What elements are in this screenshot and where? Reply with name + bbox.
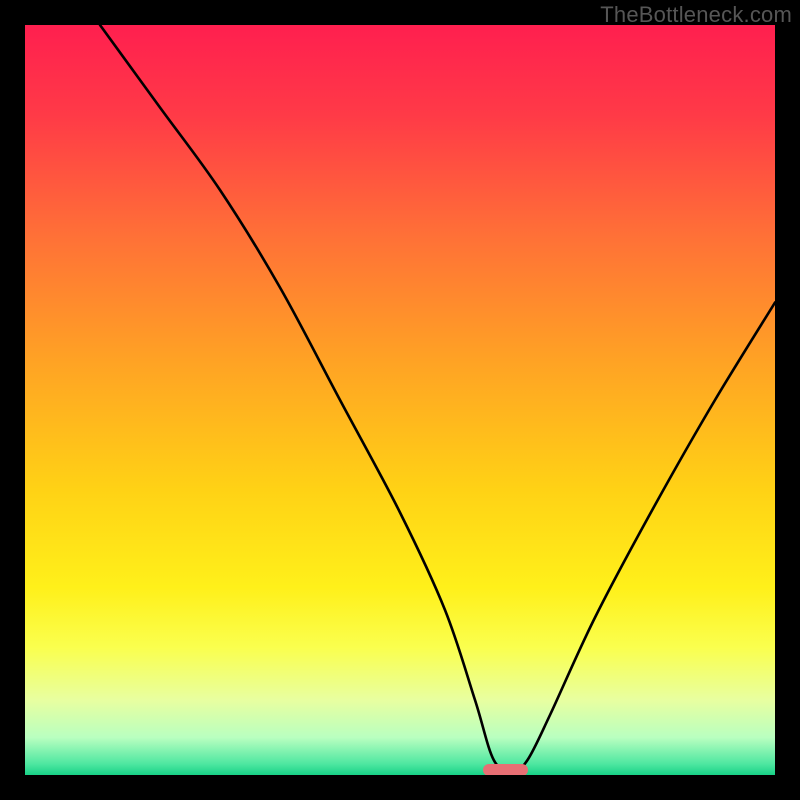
watermark-text: TheBottleneck.com — [600, 2, 792, 28]
chart-frame: TheBottleneck.com — [0, 0, 800, 800]
plot-area — [25, 25, 775, 775]
optimal-marker — [483, 764, 528, 775]
bottleneck-curve — [25, 25, 775, 775]
